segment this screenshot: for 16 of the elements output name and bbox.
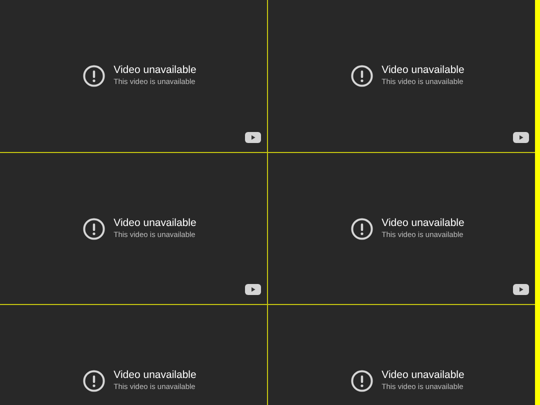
play-logo-icon[interactable] (245, 132, 261, 143)
error-title: Video unavailable (114, 217, 196, 230)
error-title: Video unavailable (382, 217, 464, 230)
error-title: Video unavailable (382, 369, 464, 382)
warning-icon (82, 218, 105, 240)
warning-icon (82, 64, 105, 87)
warning-icon (350, 218, 373, 240)
play-logo-icon[interactable] (513, 132, 529, 143)
error-title: Video unavailable (114, 369, 196, 382)
error-title: Video unavailable (114, 64, 196, 77)
play-logo-icon[interactable] (513, 284, 529, 295)
warning-icon (350, 370, 373, 392)
play-logo-icon[interactable] (245, 284, 261, 295)
warning-icon (82, 370, 105, 392)
error-title: Video unavailable (382, 64, 464, 77)
warning-icon (350, 64, 373, 87)
